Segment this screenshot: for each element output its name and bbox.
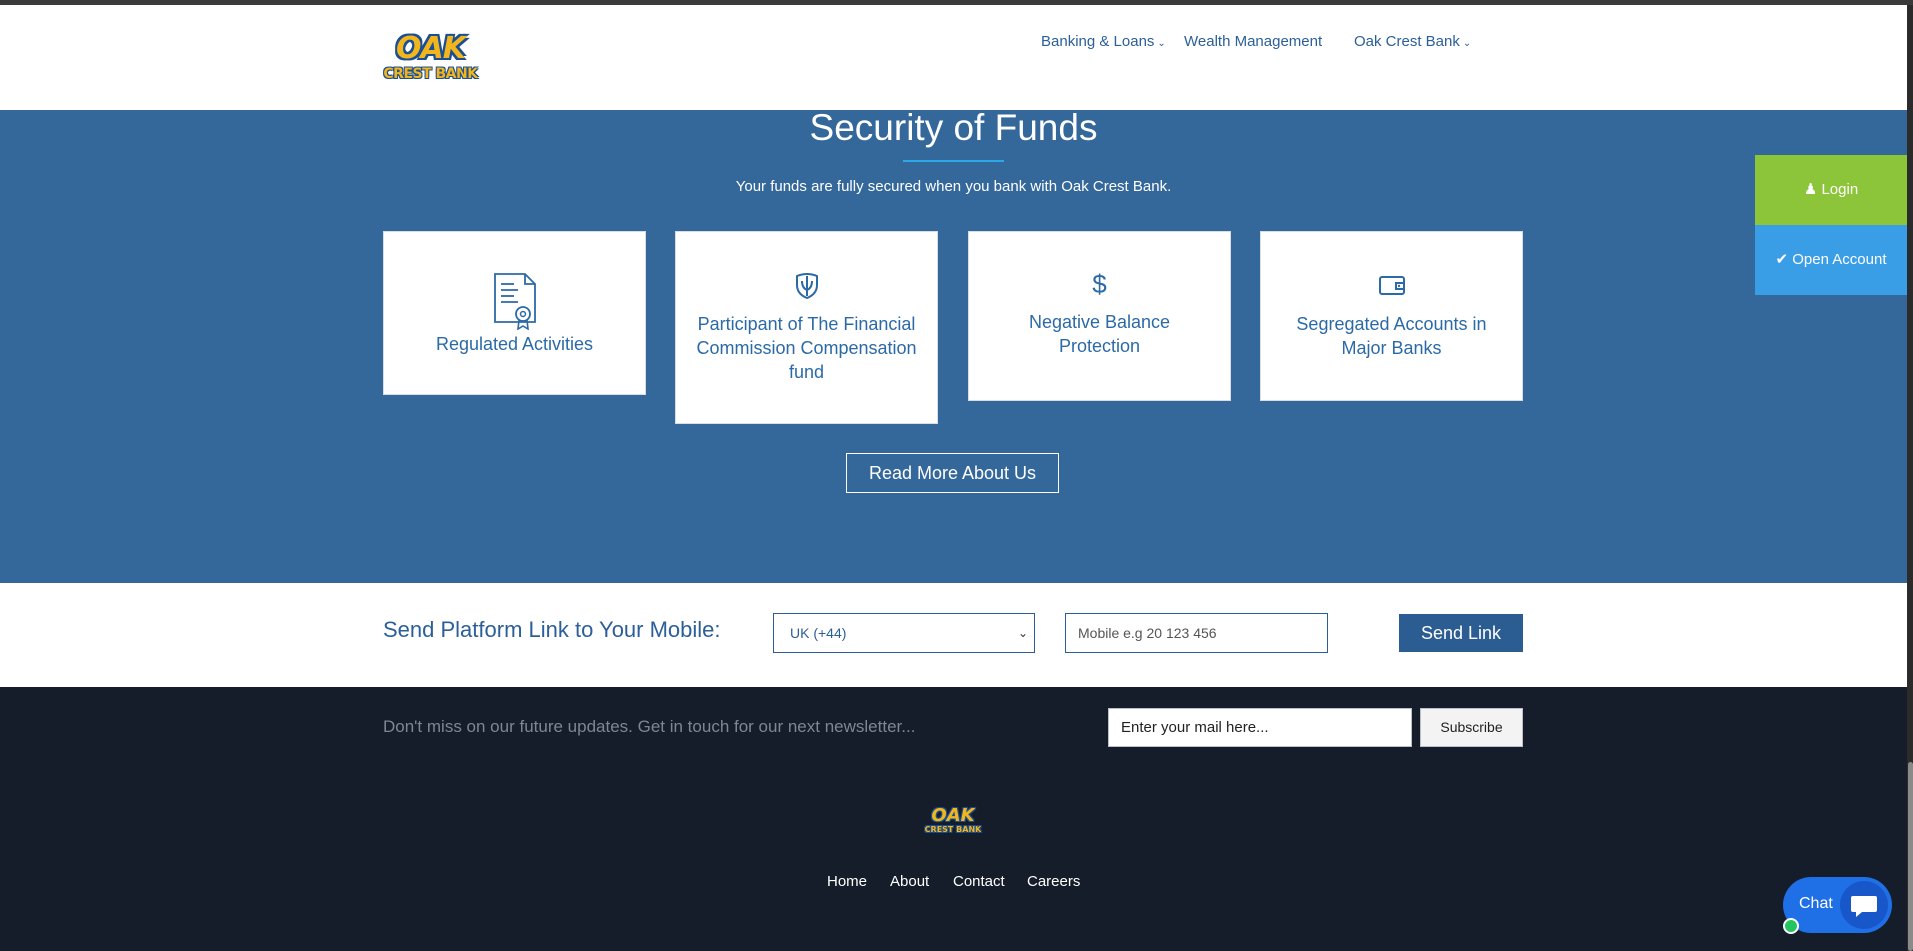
chat-bubble-icon [1840,881,1888,929]
chat-widget-button[interactable]: Chat [1783,877,1892,934]
user-icon: ♟ [1803,181,1818,198]
scrollbar-thumb[interactable] [1908,762,1913,951]
site-footer: Don't miss on our future updates. Get in… [0,687,1907,951]
feature-card-segregated-accounts: Segregated Accounts in Major Banks [1260,231,1523,401]
newsletter-email-input[interactable]: Enter your mail here... [1108,708,1412,747]
certificate-document-icon [493,273,536,330]
send-link-label: Send Platform Link to Your Mobile: [383,617,721,642]
footer-logo[interactable]: OAK CREST BANK [923,806,983,840]
login-tab[interactable]: ♟ Login [1755,155,1907,225]
country-code-select[interactable]: UK (+44) ⌄ [773,613,1035,653]
newsletter-text: Don't miss on our future updates. Get in… [383,717,916,736]
title-underline [903,160,1004,162]
feature-card-regulated: Regulated Activities [383,231,646,395]
read-more-about-us-button[interactable]: Read More About Us [846,453,1059,493]
shield-icon [795,273,818,300]
open-account-tab[interactable]: ✔ Open Account [1755,225,1907,295]
nav-oak-crest-bank[interactable]: Oak Crest Bank ⌄ [1354,33,1471,50]
subscribe-button[interactable]: Subscribe [1420,708,1523,747]
footer-link-contact[interactable]: Contact [953,873,1005,890]
footer-link-about[interactable]: About [890,873,929,890]
footer-link-careers[interactable]: Careers [1027,873,1080,890]
chevron-down-icon: ⌄ [1017,626,1028,640]
section-subtitle: Your funds are fully secured when you ba… [735,178,1172,195]
check-circle-icon: ✔ [1775,251,1789,268]
wallet-icon [1378,276,1405,295]
nav-wealth-management[interactable]: Wealth Management [1184,33,1322,50]
security-of-funds-section: Security of Funds Your funds are fully s… [0,107,1907,583]
feature-card-negative-balance: $ Negative Balance Protection [968,231,1231,401]
chevron-down-icon: ⌄ [1462,38,1472,49]
feature-card-compensation-fund: Participant of The Financial Commission … [675,231,938,424]
oak-crest-logo[interactable]: OAK CREST BANK [383,33,478,91]
section-title: Security of Funds [809,107,1098,148]
nav-banking-loans[interactable]: Banking & Loans ⌄ [1041,33,1166,50]
send-link-button[interactable]: Send Link [1399,614,1523,652]
send-platform-link-section: Send Platform Link to Your Mobile: UK (+… [0,583,1907,687]
footer-link-home[interactable]: Home [827,873,867,890]
chevron-down-icon: ⌄ [1157,38,1166,49]
dollar-icon: $ [1092,269,1107,299]
online-status-dot [1783,918,1799,934]
site-header: OAK CREST BANK Banking & Loans ⌄ Wealth M… [0,5,1907,110]
mobile-number-input[interactable]: Mobile e.g 20 123 456 [1065,613,1328,653]
